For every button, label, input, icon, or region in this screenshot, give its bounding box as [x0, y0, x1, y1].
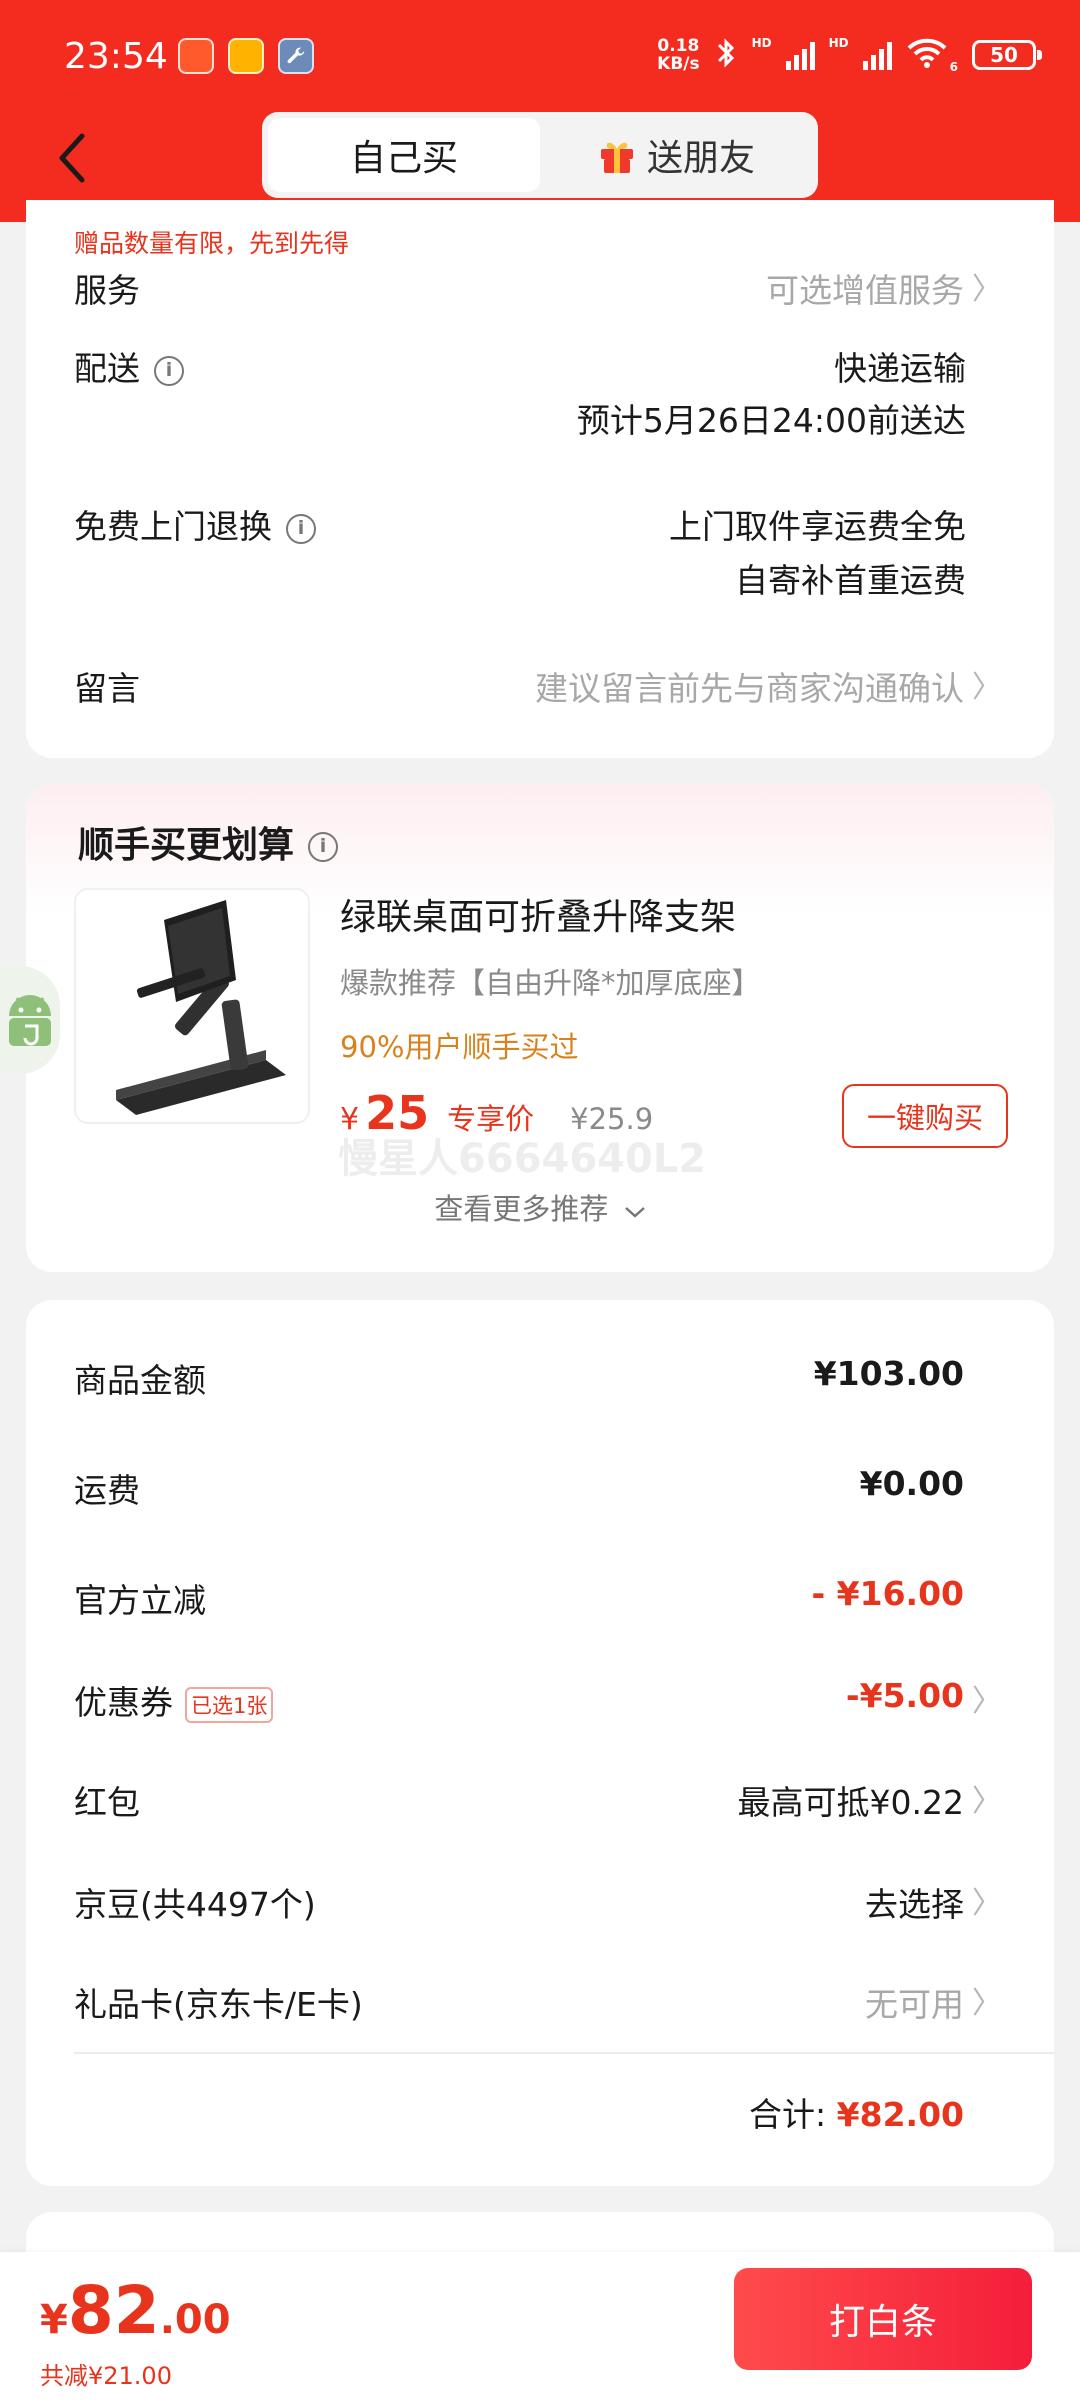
- coupon-label-wrap: 优惠券 已选1张: [74, 1676, 274, 1724]
- service-label: 服务: [74, 271, 140, 310]
- beans-label: 京豆(共4497个): [74, 1885, 316, 1924]
- beans-value: 去选择: [865, 1885, 964, 1924]
- tab-self-buy[interactable]: 自己买: [268, 118, 540, 192]
- coupon-value: -¥5.00: [845, 1676, 964, 1715]
- hd-label: HD: [751, 36, 772, 50]
- one-click-buy-button[interactable]: 一键购买: [842, 1084, 1008, 1148]
- return-line1: 上门取件享运费全免: [669, 507, 966, 546]
- giftcard-value: 无可用: [865, 1985, 964, 2024]
- floating-widget[interactable]: [0, 966, 60, 1074]
- phone-stand-image: [116, 900, 286, 1115]
- service-value: 可选增值服务: [766, 271, 964, 310]
- divider: [74, 2052, 1054, 2054]
- pay-button[interactable]: 打白条: [734, 2268, 1032, 2370]
- network-speed: 0.18 KB/s: [657, 37, 699, 73]
- network-speed-unit: KB/s: [657, 54, 700, 74]
- gift-icon: [597, 135, 637, 175]
- chevron-down-icon: [624, 1192, 646, 1226]
- status-bar: 23:54 0.18 KB/s HD HD 6 50: [0, 0, 1080, 110]
- shipping-value: ¥0.00: [859, 1464, 964, 1503]
- return-line2: 自寄补首重运费: [735, 561, 966, 600]
- checkout-price: ¥ 82 .00: [40, 2272, 231, 2349]
- battery-icon: 50: [972, 40, 1042, 70]
- battery-level: 50: [990, 43, 1018, 67]
- see-more-recommend[interactable]: 查看更多推荐: [26, 1186, 1054, 1228]
- checkout-price-dec: .00: [159, 2297, 231, 2343]
- coupon-label: 优惠券: [74, 1683, 173, 1722]
- chevron-right-icon: 〉: [972, 1684, 1002, 1719]
- system-icons: 0.18 KB/s HD HD 6 50: [657, 36, 1042, 74]
- goods-label: 商品金额: [74, 1361, 206, 1400]
- purchase-mode-tabs: 自己买 送朋友: [262, 112, 818, 198]
- chevron-left-icon: [59, 133, 85, 183]
- chevron-right-icon: 〉: [972, 1986, 1002, 2021]
- app-notification-icon: [228, 38, 264, 74]
- return-label: 免费上门退换: [74, 507, 272, 546]
- return-label-wrap: 免费上门退换 i: [74, 500, 316, 548]
- signal-icon: [862, 40, 892, 70]
- info-icon[interactable]: i: [308, 832, 339, 862]
- gift-note: 赠品数量有限，先到先得: [74, 229, 350, 258]
- status-time: 23:54: [64, 36, 168, 77]
- watermark: 慢星人6664640L2: [338, 1136, 707, 1182]
- wifi-label: 6: [949, 60, 958, 74]
- delivery-method: 快递运输: [834, 349, 966, 388]
- message-placeholder: 建议留言前先与商家沟通确认: [535, 669, 964, 708]
- chevron-right-icon: 〉: [972, 1784, 1002, 1819]
- wifi-icon: [906, 37, 948, 73]
- goods-value: ¥103.00: [813, 1354, 964, 1393]
- total-label: 合计:: [749, 2095, 827, 2134]
- notification-icons: [178, 38, 314, 74]
- total-value: ¥82.00: [836, 2095, 964, 2134]
- discount-label: 官方立减: [74, 1581, 206, 1620]
- shipping-label: 运费: [74, 1471, 140, 1510]
- header: 23:54 0.18 KB/s HD HD 6 50 自己买 送朋友: [0, 0, 1080, 222]
- back-button[interactable]: [52, 128, 92, 188]
- delivery-label-wrap: 配送 i: [74, 342, 184, 390]
- coupon-badge: 已选1张: [185, 1686, 274, 1723]
- giftcard-label: 礼品卡(京东卡/E卡): [74, 1985, 363, 2024]
- total-row: 合计: ¥82.00: [749, 2088, 964, 2136]
- product-subtitle: 爆款推荐【自由升降*加厚底座】: [340, 966, 761, 1000]
- android-robot-icon: [9, 995, 51, 1046]
- recommend-title: 顺手买更划算: [78, 825, 295, 866]
- chevron-right-icon: 〉: [972, 1886, 1002, 1921]
- checkout-price-int: 82: [67, 2272, 160, 2349]
- recommend-title-wrap: 顺手买更划算 i: [78, 816, 339, 868]
- redpacket-label: 红包: [74, 1783, 140, 1822]
- chevron-right-icon: 〉: [972, 670, 1002, 705]
- product-image[interactable]: [74, 888, 310, 1124]
- bluetooth-icon: [714, 36, 738, 74]
- delivery-label: 配送: [74, 349, 140, 388]
- order-info-card: 赠品数量有限，先到先得 服务 可选增值服务 〉 配送 i 快递运输 预计5月26日…: [26, 200, 1054, 758]
- see-more-label: 查看更多推荐: [434, 1192, 609, 1226]
- tab-self-buy-label: 自己买: [349, 138, 458, 179]
- product-users: 90%用户顺手买过: [340, 1030, 579, 1064]
- checkout-yen: ¥: [40, 2297, 68, 2343]
- price-detail-card: 商品金额 ¥103.00 运费 ¥0.00 官方立减 - ¥16.00 优惠券已…: [26, 1300, 1054, 2186]
- delivery-eta: 预计5月26日24:00前送达: [576, 401, 966, 440]
- hd-label: HD: [828, 36, 849, 50]
- checkout-saved: 共减¥21.00: [40, 2362, 172, 2390]
- wrench-icon: [278, 38, 314, 74]
- message-label: 留言: [74, 669, 140, 708]
- signal-icon: [785, 40, 815, 70]
- info-icon[interactable]: i: [286, 513, 316, 544]
- tab-send-friend[interactable]: 送朋友: [540, 118, 812, 192]
- recommend-card: 顺手买更划算 i 绿联桌面可折叠升降支架 爆款推荐【自由升降*加厚底座】 90%用…: [26, 784, 1054, 1272]
- info-icon[interactable]: i: [154, 355, 184, 386]
- network-speed-value: 0.18: [657, 36, 700, 56]
- tab-send-friend-label: 送朋友: [646, 138, 755, 179]
- redpacket-value: 最高可抵¥0.22: [737, 1783, 964, 1822]
- chevron-right-icon: 〉: [972, 272, 1002, 307]
- product-title[interactable]: 绿联桌面可折叠升降支架: [340, 888, 736, 940]
- app-notification-icon: [178, 38, 214, 74]
- discount-value: - ¥16.00: [811, 1574, 964, 1613]
- checkout-bar: ¥ 82 .00 共减¥21.00 打白条: [0, 2252, 1080, 2400]
